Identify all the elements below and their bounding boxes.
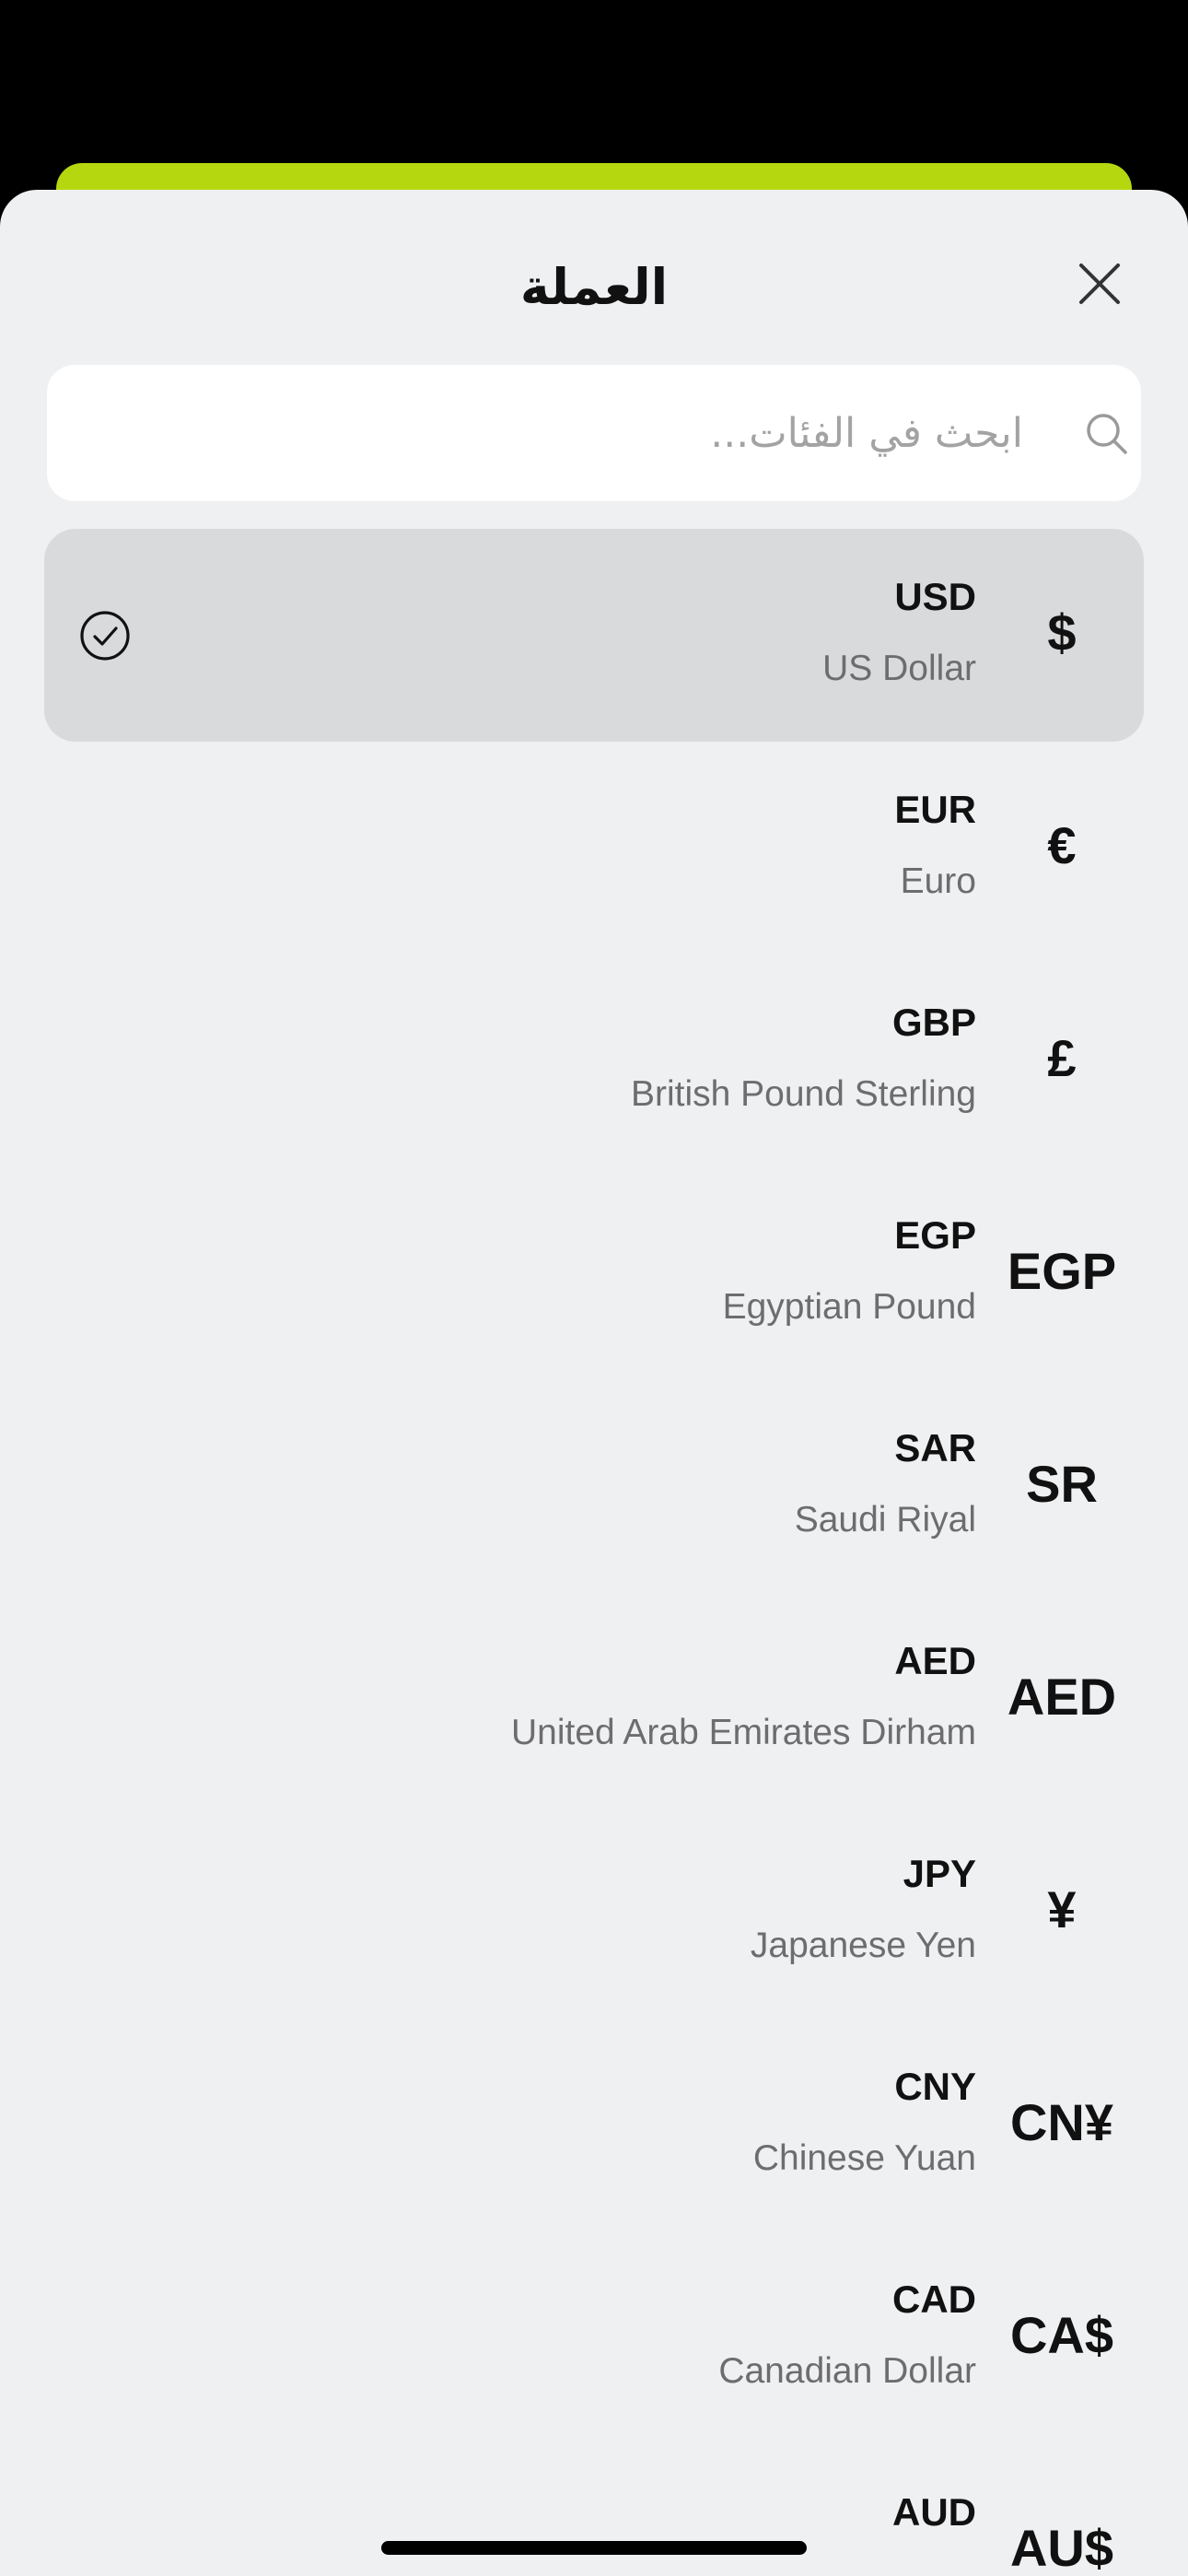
currency-code: SAR xyxy=(894,1426,976,1469)
search-icon xyxy=(1087,414,1127,454)
currency-code: CAD xyxy=(892,2277,976,2321)
currency-row-gbp[interactable]: GBP British Pound Sterling £ xyxy=(44,954,1144,1167)
currency-symbol: £ xyxy=(1047,1029,1077,1087)
currency-symbol: € xyxy=(1047,816,1077,874)
currency-row-aud[interactable]: AUD AU$ xyxy=(44,2444,1144,2576)
close-button[interactable] xyxy=(1068,252,1131,315)
currency-row-jpy[interactable]: JPY Japanese Yen ¥ xyxy=(44,1806,1144,2019)
currency-code: AUD xyxy=(892,2490,976,2534)
search-field[interactable] xyxy=(47,365,1141,501)
currency-symbol: AU$ xyxy=(1009,2519,1114,2576)
home-indicator xyxy=(381,2541,807,2555)
currency-name: Egyptian Pound xyxy=(722,1287,976,1327)
currency-row-usd[interactable]: USD US Dollar $ xyxy=(44,529,1144,742)
currency-row-cny[interactable]: CNY Chinese Yuan CN¥ xyxy=(44,2019,1144,2231)
sheet-header: العملة xyxy=(0,190,1188,365)
currency-row-eur[interactable]: EUR Euro € xyxy=(44,742,1144,954)
currency-name: US Dollar xyxy=(822,649,976,688)
currency-symbol: CA$ xyxy=(1009,2306,1114,2364)
close-icon xyxy=(1079,263,1120,304)
currency-symbol: EGP xyxy=(1007,1242,1117,1300)
currency-symbol: $ xyxy=(1047,603,1077,662)
currency-name: Chinese Yuan xyxy=(752,2138,976,2178)
currency-name: Saudi Riyal xyxy=(794,1500,976,1540)
currency-symbol: SR xyxy=(1026,1455,1098,1513)
checkmark-circle-icon xyxy=(80,611,130,661)
currency-code: AED xyxy=(894,1639,976,1682)
currency-name: Japanese Yen xyxy=(750,1926,976,1965)
currency-code: GBP xyxy=(891,1001,976,1044)
currency-code: EGP xyxy=(894,1213,976,1257)
currency-list: USD US Dollar $ EUR Euro € GBP British Pound St… xyxy=(0,529,1188,2576)
search-input[interactable] xyxy=(75,365,1023,501)
currency-row-aed[interactable]: AED United Arab Emirates Dirham AED xyxy=(44,1593,1144,1806)
currency-code: USD xyxy=(894,575,976,618)
currency-code: EUR xyxy=(894,788,976,831)
currency-name: British Pound Sterling xyxy=(630,1074,976,1114)
currency-code: JPY xyxy=(903,1852,976,1895)
sheet-title: العملة xyxy=(519,258,669,316)
currency-code: CNY xyxy=(894,2065,976,2108)
currency-symbol: CN¥ xyxy=(1009,2093,1114,2151)
currency-symbol: ¥ xyxy=(1047,1880,1077,1938)
currency-bottom-sheet: العملة USD US Dollar $ EUR Euro € GBP British P… xyxy=(0,190,1188,2576)
currency-row-sar[interactable]: SAR Saudi Riyal SR xyxy=(44,1380,1144,1593)
currency-name: United Arab Emirates Dirham xyxy=(510,1713,976,1752)
currency-row-cad[interactable]: CAD Canadian Dollar CA$ xyxy=(44,2231,1144,2444)
currency-row-egp[interactable]: EGP Egyptian Pound EGP xyxy=(44,1167,1144,1380)
currency-symbol: AED xyxy=(1007,1668,1117,1726)
currency-name: Canadian Dollar xyxy=(718,2351,976,2391)
currency-name: Euro xyxy=(900,861,976,901)
